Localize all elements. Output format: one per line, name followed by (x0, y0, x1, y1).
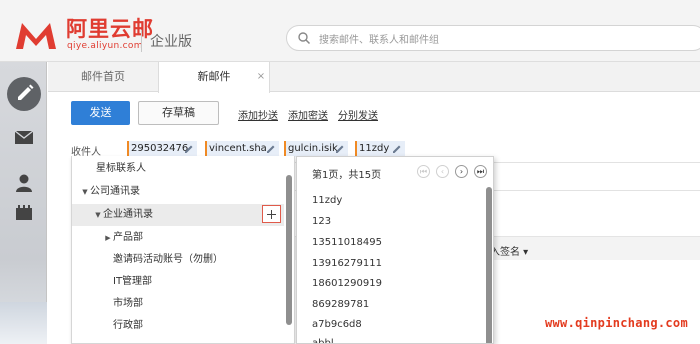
contact-list-item[interactable]: 11zdy (312, 195, 342, 206)
brand-divider (141, 30, 142, 52)
contact-list-item[interactable]: abbl (312, 338, 334, 343)
contact-list-item[interactable]: 123 (312, 216, 331, 227)
search-placeholder: 搜索邮件、联系人和邮件组 (319, 35, 439, 46)
aliyun-mail-logo-icon (16, 23, 56, 49)
brand-url: qiye.aliyun.com (67, 41, 143, 51)
contact-list-item[interactable]: 18601290919 (312, 278, 382, 289)
send-button[interactable]: 发送 (71, 101, 130, 125)
list-scrollbar[interactable] (486, 187, 492, 343)
calendar-icon (16, 205, 32, 220)
mail-button[interactable] (7, 121, 41, 155)
edit-pencil-icon[interactable] (183, 143, 195, 155)
first-page-icon[interactable]: ⏮ (417, 165, 430, 178)
recipient-chip[interactable]: vincent.sha (205, 141, 279, 157)
recipient-address: 11zdy (359, 143, 390, 154)
next-page-icon[interactable]: › (455, 165, 468, 178)
contact-list-panel: 第1页，共15页 ⏮ ‹ › ⏭ 11zdy 123 13511018495 1… (296, 156, 494, 344)
tab-mail-home[interactable]: 邮件首页 (48, 62, 158, 92)
add-bcc-link[interactable]: 添加密送 (288, 107, 328, 122)
app-header: 阿里云邮 qiye.aliyun.com 企业版 搜索邮件、联系人和邮件组 (0, 0, 700, 62)
expand-triangle-icon[interactable]: ▶ (103, 227, 113, 249)
brand-edition: 企业版 (150, 34, 192, 50)
watermark: www.qinpinchang.com (545, 316, 688, 330)
recipient-chip[interactable]: gulcin.isik (284, 141, 348, 157)
tree-item-label: 公司通讯录 (90, 186, 140, 197)
collapse-triangle-icon[interactable]: ▼ (93, 204, 103, 226)
search-icon (298, 32, 311, 45)
tree-item-starred[interactable]: 星标联系人 (72, 158, 284, 180)
tree-item-admin-dept[interactable]: 行政部 (72, 315, 284, 337)
compose-button[interactable] (7, 77, 41, 111)
recipient-address: gulcin.isik (288, 143, 338, 154)
last-page-icon[interactable]: ⏭ (474, 165, 487, 178)
rail-background-decoration (0, 302, 47, 344)
search-box[interactable]: 搜索邮件、联系人和邮件组 (286, 25, 700, 51)
tree-item-label: 企业通讯录 (103, 209, 153, 220)
recipient-address: vincent.sha (209, 143, 267, 154)
tab-bar: 邮件首页 新邮件 × (48, 62, 700, 93)
separate-send-link[interactable]: 分别发送 (338, 107, 378, 122)
tree-item-label: 产品部 (113, 232, 143, 243)
edit-pencil-icon[interactable] (265, 143, 277, 155)
tab-new-mail[interactable]: 新邮件 (158, 62, 270, 93)
compose-icon (18, 84, 34, 100)
recipient-chip[interactable]: 295032476 (127, 141, 197, 157)
tree-item-product-dept[interactable]: ▶ 产品部 (72, 227, 284, 249)
left-rail (0, 62, 47, 344)
collapse-triangle-icon[interactable]: ▼ (80, 181, 90, 203)
page-indicator: 第1页，共15页 (312, 170, 382, 181)
tree-item-company-directory[interactable]: ▼ 公司通讯录 (72, 181, 284, 203)
tree-item-invite-accounts[interactable]: 邀请码活动账号（勿删） (72, 249, 284, 271)
recipient-address: 295032476 (131, 143, 189, 154)
recipient-chip[interactable]: 11zdy (355, 141, 405, 157)
tab-close-icon[interactable]: × (256, 62, 266, 92)
contact-list-item[interactable]: 13916279111 (312, 258, 382, 269)
edit-pencil-icon[interactable] (334, 143, 346, 155)
mail-icon (14, 130, 34, 144)
tree-item-it-dept[interactable]: IT管理部 (72, 271, 284, 293)
add-group-plus-icon[interactable] (262, 205, 281, 223)
edit-pencil-icon[interactable] (391, 143, 403, 155)
calendar-button[interactable] (7, 196, 41, 230)
save-draft-button[interactable]: 存草稿 (138, 101, 219, 125)
add-cc-link[interactable]: 添加抄送 (238, 107, 278, 122)
contact-list-item[interactable]: 13511018495 (312, 237, 382, 248)
contact-list-item[interactable]: 869289781 (312, 299, 369, 310)
contact-tree-panel: 星标联系人 ▼ 公司通讯录 ▼ 企业通讯录 ▶ 产品部 邀请码活动账号（勿删） IT管… (71, 156, 295, 344)
tree-scrollbar[interactable] (286, 175, 292, 325)
prev-page-icon[interactable]: ‹ (436, 165, 449, 178)
insert-signature-dropdown[interactable]: 入签名 ▾ (490, 243, 528, 258)
tree-item-enterprise-directory[interactable]: ▼ 企业通讯录 (72, 204, 284, 226)
tree-item-marketing-dept[interactable]: 市场部 (72, 293, 284, 315)
contact-list-item[interactable]: a7b9c6d8 (312, 319, 362, 330)
